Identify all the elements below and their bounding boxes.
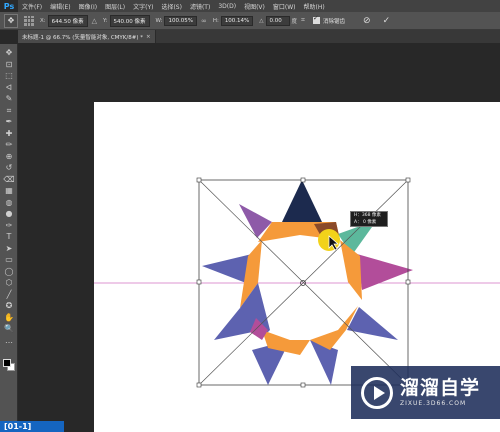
watermark-subtitle: ZIXUE.3D66.COM [400,400,467,407]
corner-badge: [01-1] [0,421,64,432]
handle-top-left[interactable] [196,177,202,183]
star-point-right [357,254,413,290]
handle-left[interactable] [196,279,202,285]
play-logo-icon [361,376,393,409]
photoshop-window: Ps 文件(F) 编辑(E) 图像(I) 图层(L) 文字(Y) 选择(S) 滤… [0,0,500,432]
transform-tooltip: H：368 像素 A： 0 像素 [350,211,388,227]
watermark-banner: 溜溜自学 ZIXUE.3D66.COM [351,366,500,419]
watermark-title: 溜溜自学 [400,377,481,399]
star-point-left [202,254,252,283]
handle-bottom[interactable] [300,382,306,388]
handle-top-right[interactable] [405,177,411,183]
handle-right[interactable] [405,279,411,285]
foreground-color-swatch[interactable] [3,359,11,367]
tooltip-line-2: A： 0 像素 [354,219,377,225]
watermark-text: 溜溜自学 ZIXUE.3D66.COM [400,378,480,407]
tooltip-line-1: H：368 像素 [354,213,381,218]
star-point-top [282,180,322,222]
ring-band-right [340,240,362,300]
handle-top[interactable] [300,177,306,183]
handle-bottom-left[interactable] [196,382,202,388]
